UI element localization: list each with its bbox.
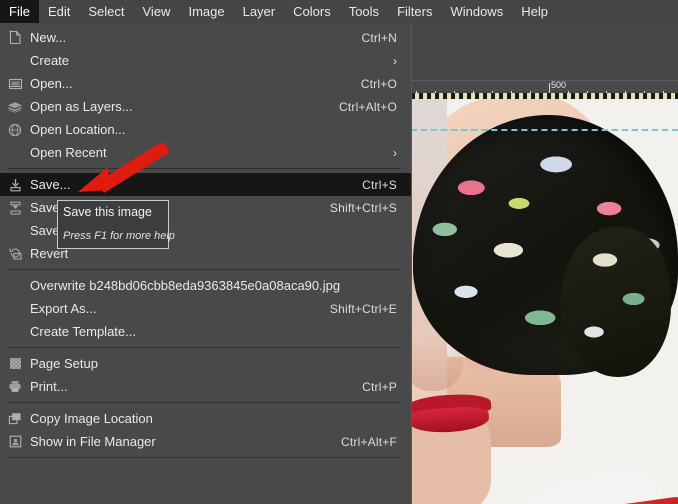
menu-item-label: Export As... [30,301,97,316]
menu-item-new[interactable]: New... Ctrl+N [0,26,411,49]
menu-separator [8,269,401,270]
menu-separator [8,168,401,169]
menu-item-show-in-file-manager[interactable]: Show in File Manager Ctrl+Alt+F [0,430,411,453]
file-dropdown-menu: New... Ctrl+N Create › Open... Ctrl+O Op… [0,23,412,504]
menu-item-label: Create Template... [30,324,136,339]
file-manager-icon [0,435,30,448]
menubar-item-layer[interactable]: Layer [234,0,285,23]
menu-item-label: Page Setup [30,356,98,371]
menu-item-open-recent[interactable]: Open Recent › [0,141,411,164]
menu-item-accel: Ctrl+N [361,30,397,45]
tooltip-hint: Press F1 for more help [63,230,175,242]
canvas-guide-line[interactable] [411,129,678,131]
menu-item-label: New... [30,30,67,45]
menu-item-open-as-layers[interactable]: Open as Layers... Ctrl+Alt+O [0,95,411,118]
image-photo[interactable] [411,95,678,504]
chevron-right-icon: › [393,145,397,160]
menu-item-label: Print... [30,379,68,394]
gimp-application-window: 500 File Edit Select View Image Layer Co… [0,0,678,504]
menu-item-copy-image-location[interactable]: Copy Image Location [0,407,411,430]
menu-item-label: Create [30,53,70,68]
menu-item-label: Show in File Manager [30,434,156,449]
menu-item-accel: Shift+Ctrl+E [329,301,397,316]
layers-icon [0,101,30,113]
menubar-item-image[interactable]: Image [179,0,233,23]
menubar-item-select[interactable]: Select [79,0,133,23]
menu-item-open-location[interactable]: Open Location... [0,118,411,141]
menu-item-accel: Ctrl+P [362,379,397,394]
photo-white-collar [488,460,676,504]
printer-icon [0,380,30,393]
new-document-icon [0,30,30,45]
menu-item-accel: Ctrl+O [360,76,397,91]
canvas-empty-top [411,23,678,80]
revert-icon [0,247,30,260]
menu-item-export-as[interactable]: Export As... Shift+Ctrl+E [0,297,411,320]
menubar-item-file[interactable]: File [0,0,39,23]
menu-item-accel: Ctrl+Alt+F [340,434,397,449]
menubar-item-view[interactable]: View [134,0,180,23]
menu-item-label: Copy Image Location [30,411,153,426]
save-icon [0,178,30,192]
copy-icon [0,412,30,425]
menu-item-accel: Ctrl+S [362,177,397,192]
menubar-item-windows[interactable]: Windows [441,0,512,23]
menu-item-save[interactable]: Save... Ctrl+S [0,173,411,196]
menubar-item-help[interactable]: Help [512,0,557,23]
photo-headwrap-knot [561,227,671,377]
save-as-icon [0,201,30,215]
menu-item-label: Open as Layers... [30,99,133,114]
menu-bar: File Edit Select View Image Layer Colors… [0,0,678,23]
menu-item-label: Save... [30,177,71,192]
menu-item-label: Open... [30,76,73,91]
menubar-item-tools[interactable]: Tools [340,0,388,23]
menu-item-page-setup[interactable]: Page Setup [0,352,411,375]
menu-item-overwrite[interactable]: Overwrite b248bd06cbb8eda9363845e0a08aca… [0,274,411,297]
menu-item-accel: Ctrl+Alt+O [338,99,397,114]
selection-marching-ants [411,93,678,99]
menu-item-open[interactable]: Open... Ctrl+O [0,72,411,95]
menu-separator [8,457,401,458]
menubar-item-filters[interactable]: Filters [388,0,441,23]
globe-icon [0,123,30,137]
menubar-item-colors[interactable]: Colors [284,0,340,23]
menu-item-print[interactable]: Print... Ctrl+P [0,375,411,398]
tooltip: Save this image Press F1 for more help [57,200,175,249]
tooltip-title: Save this image [63,205,152,219]
menu-item-label: Overwrite b248bd06cbb8eda9363845e0a08aca… [30,278,341,293]
menubar-item-edit[interactable]: Edit [39,0,79,23]
chevron-right-icon: › [393,53,397,68]
page-setup-icon [0,357,30,370]
menu-item-accel: Shift+Ctrl+S [329,200,397,215]
menu-item-label: Open Location... [30,122,126,137]
ruler-tick-label: 500 [551,80,567,90]
menu-separator [8,347,401,348]
menu-separator [8,402,401,403]
menu-item-create-template[interactable]: Create Template... [0,320,411,343]
open-folder-icon [0,77,30,90]
menu-item-label: Open Recent [30,145,107,160]
menu-item-create[interactable]: Create › [0,49,411,72]
